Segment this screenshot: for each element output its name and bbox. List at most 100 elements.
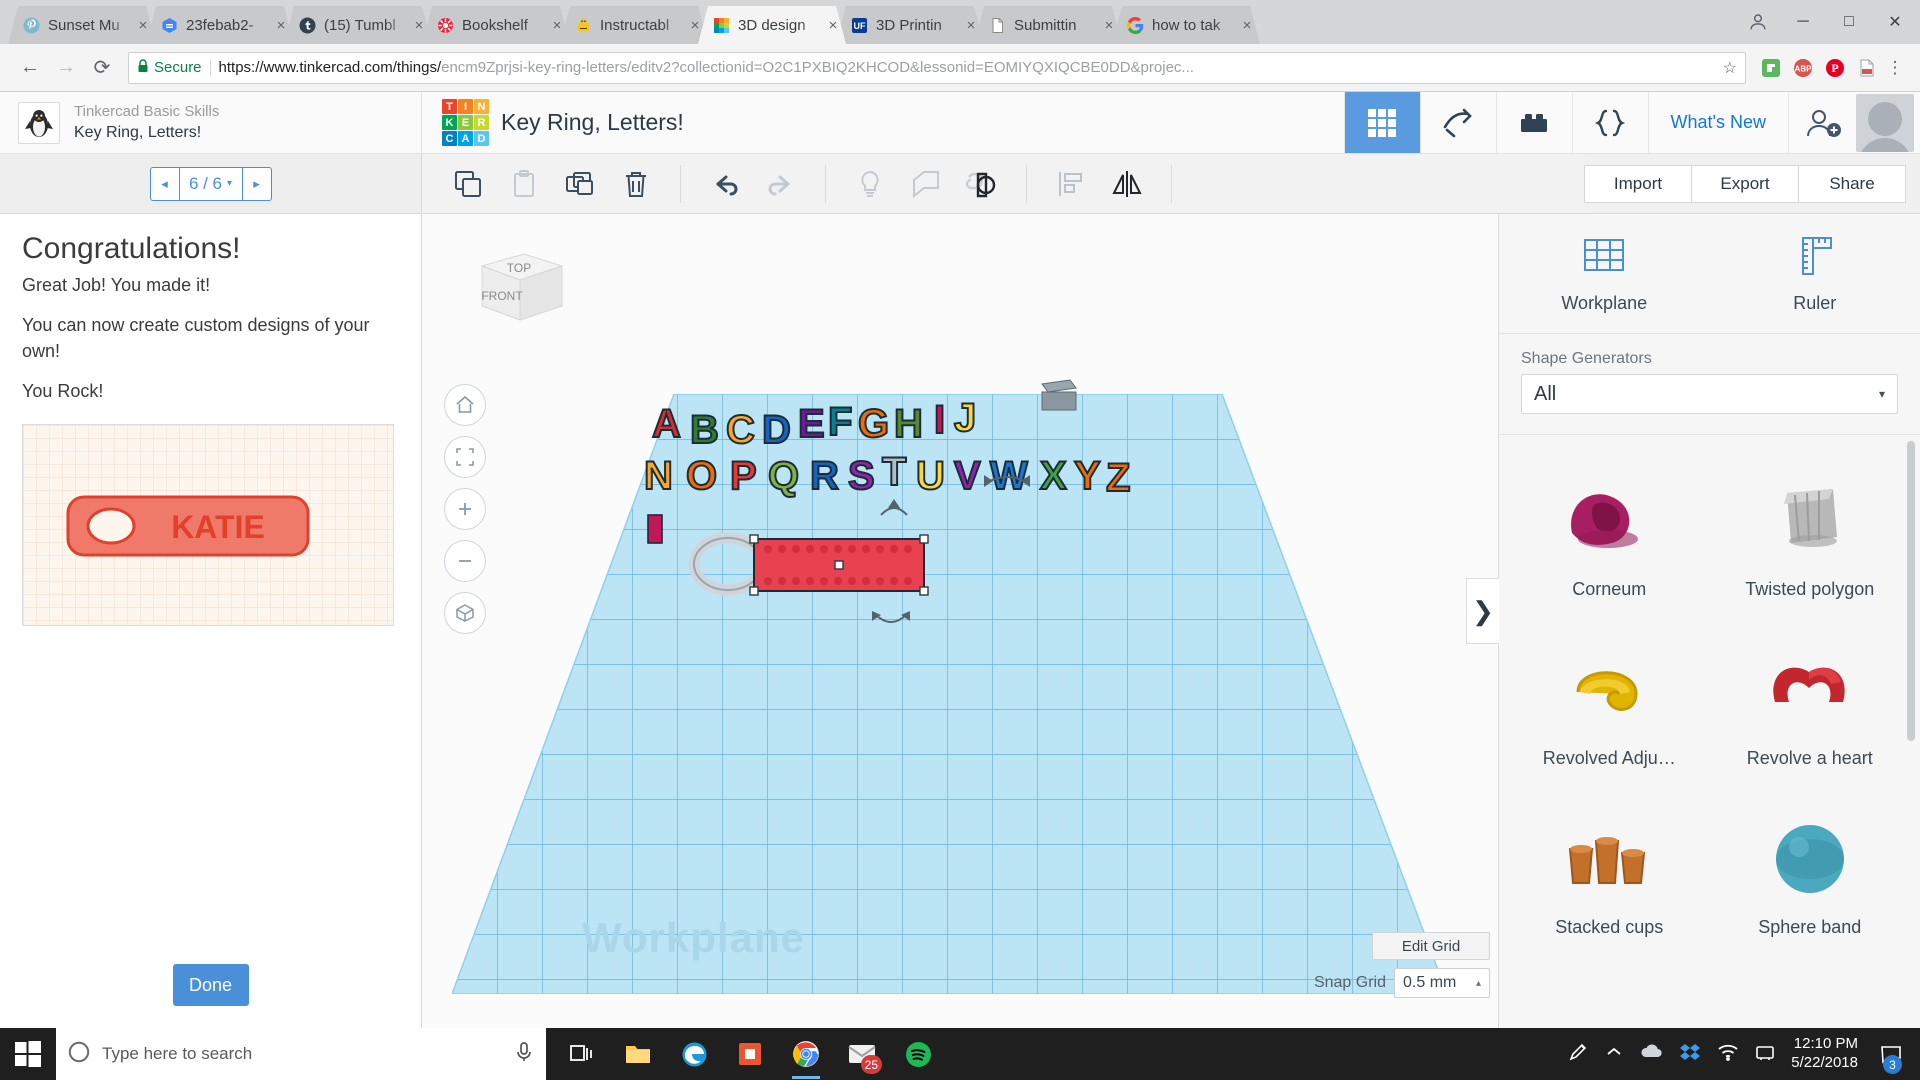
network-icon[interactable]: [1755, 1043, 1775, 1066]
maximize-button[interactable]: □: [1826, 5, 1872, 39]
task-view-icon[interactable]: [556, 1028, 608, 1080]
windows-logo-icon[interactable]: [0, 1028, 56, 1080]
close-icon[interactable]: ×: [686, 18, 704, 33]
tinkercad-logo[interactable]: T I N K E R C A D Key Ring, Letters!: [442, 99, 684, 146]
file-explorer-icon[interactable]: [612, 1028, 664, 1080]
rotate-handle-bottom[interactable]: [870, 609, 912, 633]
share-button[interactable]: Share: [1798, 165, 1906, 203]
notifications-icon[interactable]: 3: [1874, 1028, 1908, 1080]
group-icon[interactable]: [956, 162, 1008, 206]
close-window-button[interactable]: ✕: [1872, 5, 1918, 39]
spotify-icon[interactable]: [892, 1028, 944, 1080]
browser-tab-active[interactable]: 3D design ×: [698, 6, 846, 44]
3d-canvas[interactable]: TOP FRONT: [422, 214, 1498, 1028]
browser-tab[interactable]: how to tak ×: [1112, 6, 1260, 44]
blocks-icon[interactable]: [1496, 92, 1572, 153]
export-button[interactable]: Export: [1691, 165, 1799, 203]
pdf-icon[interactable]: [1852, 53, 1882, 83]
import-button[interactable]: Import: [1584, 165, 1692, 203]
edge-icon[interactable]: [668, 1028, 720, 1080]
braces-icon[interactable]: [1572, 92, 1648, 153]
grid-view-icon[interactable]: [1344, 92, 1420, 153]
close-icon[interactable]: ×: [1238, 18, 1256, 33]
clock[interactable]: 12:10 PM 5/22/2018: [1791, 1035, 1858, 1073]
undo-icon[interactable]: [699, 162, 751, 206]
light-bulb-icon[interactable]: [844, 162, 896, 206]
ruler-tool[interactable]: Ruler: [1710, 214, 1920, 333]
collapse-panel-button[interactable]: ❯: [1466, 578, 1499, 644]
mirror-icon[interactable]: [1101, 162, 1153, 206]
search-box[interactable]: Type here to search: [56, 1028, 546, 1080]
edit-grid-button[interactable]: Edit Grid: [1372, 932, 1490, 960]
forward-button[interactable]: →: [48, 50, 84, 86]
whats-new-link[interactable]: What's New: [1648, 92, 1788, 153]
close-icon[interactable]: ×: [410, 18, 428, 33]
stray-shape-i[interactable]: [644, 510, 674, 550]
keyring-object[interactable]: [682, 509, 942, 619]
copy-icon[interactable]: [442, 162, 494, 206]
duplicate-icon[interactable]: [554, 162, 606, 206]
panel-scrollbar[interactable]: [1906, 435, 1916, 1028]
store-icon[interactable]: [724, 1028, 776, 1080]
close-icon[interactable]: ×: [272, 18, 290, 33]
close-icon[interactable]: ×: [134, 18, 152, 33]
chevron-up-icon[interactable]: [1605, 1043, 1623, 1066]
wifi-icon[interactable]: [1717, 1043, 1739, 1066]
address-bar[interactable]: Secure https://www.tinkercad.com/things/…: [128, 52, 1746, 84]
browser-tab[interactable]: Bookshelf ×: [422, 6, 570, 44]
browser-tab[interactable]: Submittin ×: [974, 6, 1122, 44]
avatar[interactable]: [1856, 94, 1914, 152]
snap-grid-select[interactable]: 0.5 mm ▴: [1394, 968, 1490, 998]
shape-generators-grid[interactable]: Corneum Twisted pol: [1499, 434, 1920, 1028]
workplane-tool[interactable]: Workplane: [1499, 214, 1710, 333]
rotate-handle-top[interactable]: [877, 499, 911, 521]
mail-icon[interactable]: 25: [836, 1028, 888, 1080]
bookmark-star-icon[interactable]: ☆: [1723, 58, 1737, 78]
done-button[interactable]: Done: [173, 964, 249, 1006]
adblock-icon[interactable]: ABP: [1788, 53, 1818, 83]
shape-item[interactable]: Corneum: [1509, 453, 1710, 618]
shape-item[interactable]: Revolve a heart: [1710, 622, 1911, 787]
shape-item[interactable]: Sphere band: [1710, 791, 1911, 956]
chrome-icon[interactable]: [780, 1028, 832, 1080]
shape-item[interactable]: Revolved Adju…: [1509, 622, 1710, 787]
chrome-menu-button[interactable]: ⋮: [1882, 58, 1908, 78]
browser-tab[interactable]: (15) Tumbl ×: [284, 6, 432, 44]
codeblocks-icon[interactable]: [1420, 92, 1496, 153]
shape-item[interactable]: Stacked cups: [1509, 791, 1710, 956]
back-button[interactable]: ←: [12, 50, 48, 86]
close-icon[interactable]: ×: [1100, 18, 1118, 33]
shape-item[interactable]: Twisted polygon: [1710, 453, 1911, 618]
delete-icon[interactable]: [610, 162, 662, 206]
evernote-icon[interactable]: [1756, 53, 1786, 83]
browser-tab[interactable]: Instructabl ×: [560, 6, 708, 44]
scrollbar-thumb[interactable]: [1907, 441, 1915, 741]
document-title[interactable]: Key Ring, Letters!: [501, 109, 684, 136]
browser-tab[interactable]: 23febab2- ×: [146, 6, 294, 44]
close-icon[interactable]: ×: [824, 18, 842, 33]
redo-icon[interactable]: [755, 162, 807, 206]
reload-button[interactable]: ⟳: [84, 50, 120, 86]
microphone-icon[interactable]: [514, 1041, 534, 1068]
pen-icon[interactable]: [1567, 1041, 1589, 1068]
onedrive-icon[interactable]: [1639, 1043, 1663, 1066]
prev-step-button[interactable]: ◂: [151, 168, 180, 200]
paste-icon[interactable]: [498, 162, 550, 206]
view-cube[interactable]: TOP FRONT: [462, 244, 572, 334]
pinterest-icon[interactable]: P: [1820, 53, 1850, 83]
minimize-button[interactable]: ─: [1780, 5, 1826, 39]
close-icon[interactable]: ×: [548, 18, 566, 33]
align-icon[interactable]: [1045, 162, 1097, 206]
profile-icon[interactable]: [1736, 5, 1780, 39]
browser-tab[interactable]: UF 3D Printin ×: [836, 6, 984, 44]
rotate-handle-side[interactable]: [982, 469, 1032, 491]
note-icon[interactable]: [900, 162, 952, 206]
next-step-button[interactable]: ▸: [242, 168, 271, 200]
step-counter[interactable]: 6 / 6 ▾: [180, 168, 242, 200]
dropbox-icon[interactable]: [1679, 1042, 1701, 1067]
close-icon[interactable]: ×: [962, 18, 980, 33]
add-user-button[interactable]: [1788, 92, 1856, 153]
stray-shape-e[interactable]: [1034, 376, 1084, 421]
shape-generators-select[interactable]: All ▾: [1521, 374, 1898, 414]
browser-tab[interactable]: Sunset Mu ×: [8, 6, 156, 44]
